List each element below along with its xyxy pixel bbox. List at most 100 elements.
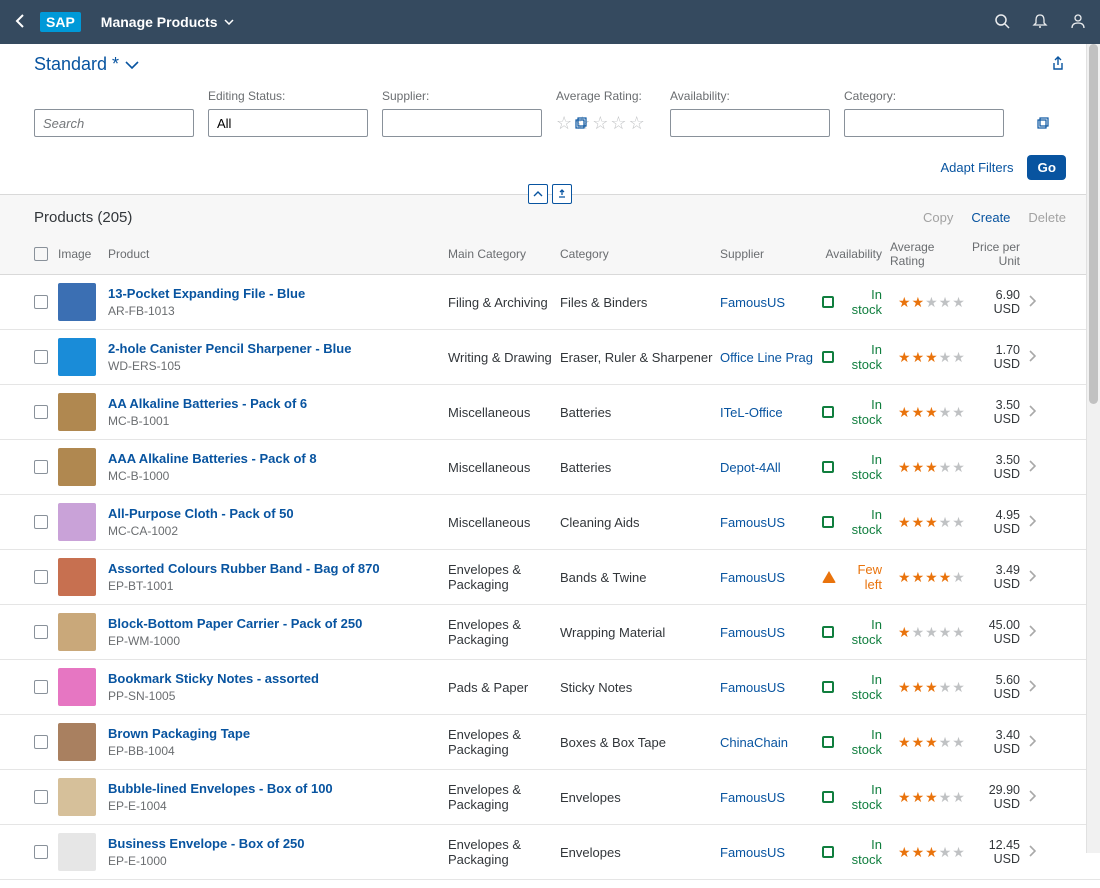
cell-price: 12.45USD: [958, 838, 1020, 866]
table-row[interactable]: Assorted Colours Rubber Band - Bag of 87…: [0, 550, 1100, 605]
row-nav-chevron-icon[interactable]: [1020, 349, 1044, 365]
search-field[interactable]: [34, 109, 194, 137]
star-icon: ★: [912, 679, 925, 696]
table-row[interactable]: Bookmark Sticky Notes - assortedPP-SN-10…: [0, 660, 1100, 715]
row-nav-chevron-icon[interactable]: [1020, 624, 1044, 640]
product-name-link[interactable]: 13-Pocket Expanding File - Blue: [108, 286, 448, 301]
product-id: MC-B-1000: [108, 469, 448, 483]
availability-status: In stock: [822, 287, 882, 317]
supplier-input[interactable]: [383, 116, 575, 131]
go-button[interactable]: Go: [1027, 155, 1066, 180]
row-checkbox[interactable]: [34, 570, 48, 584]
editing-status-select[interactable]: [208, 109, 368, 137]
row-nav-chevron-icon[interactable]: [1020, 844, 1044, 860]
rating-stars: ★★★★★: [890, 514, 958, 531]
table-row[interactable]: AAA Alkaline Batteries - Pack of 8 MC-B-1…: [0, 440, 1100, 495]
row-nav-chevron-icon[interactable]: [1020, 404, 1044, 420]
row-nav-chevron-icon[interactable]: [1020, 294, 1044, 310]
row-checkbox[interactable]: [34, 735, 48, 749]
row-checkbox[interactable]: [34, 295, 48, 309]
product-name-link[interactable]: Bookmark Sticky Notes - assorted: [108, 671, 448, 686]
row-checkbox[interactable]: [34, 350, 48, 364]
delete-action[interactable]: Delete: [1028, 210, 1066, 225]
row-nav-chevron-icon[interactable]: [1020, 514, 1044, 530]
row-checkbox[interactable]: [34, 845, 48, 859]
product-name-link[interactable]: Business Envelope - Box of 250: [108, 836, 448, 851]
user-icon[interactable]: [1070, 13, 1086, 32]
notification-icon[interactable]: [1032, 13, 1048, 32]
supplier-value-help[interactable]: [382, 109, 542, 137]
availability-text: In stock: [840, 727, 882, 757]
availability-select[interactable]: [670, 109, 830, 137]
table-row[interactable]: 2-hole Canister Pencil Sharpener - BlueW…: [0, 330, 1100, 385]
supplier-link[interactable]: Depot-4All: [720, 460, 781, 475]
supplier-link[interactable]: FamousUS: [720, 570, 785, 585]
row-checkbox[interactable]: [34, 680, 48, 694]
product-name-link[interactable]: All-Purpose Cloth - Pack of 50: [108, 506, 448, 521]
variant-title-text: Standard *: [34, 54, 119, 75]
supplier-link[interactable]: ITeL-Office: [720, 405, 783, 420]
app-title-text: Manage Products: [101, 14, 218, 30]
product-name-link[interactable]: Block-Bottom Paper Carrier - Pack of 250: [108, 616, 448, 631]
collapse-header-icon[interactable]: [528, 184, 548, 204]
app-title-menu[interactable]: Manage Products: [101, 14, 234, 30]
product-name-link[interactable]: Bubble-lined Envelopes - Box of 100: [108, 781, 448, 796]
value-help-icon[interactable]: [575, 117, 587, 129]
product-name-link[interactable]: Assorted Colours Rubber Band - Bag of 87…: [108, 561, 448, 576]
supplier-link[interactable]: FamousUS: [720, 845, 785, 860]
row-nav-chevron-icon[interactable]: [1020, 734, 1044, 750]
value-help-icon[interactable]: [1037, 117, 1049, 129]
search-input[interactable]: [35, 116, 227, 131]
row-checkbox[interactable]: [34, 625, 48, 639]
row-checkbox[interactable]: [34, 515, 48, 529]
table-row[interactable]: AA Alkaline Batteries - Pack of 6MC-B-10…: [0, 385, 1100, 440]
supplier-link[interactable]: FamousUS: [720, 295, 785, 310]
row-checkbox[interactable]: [34, 790, 48, 804]
pin-header-icon[interactable]: [552, 184, 572, 204]
star-icon[interactable]: ☆: [610, 113, 626, 134]
search-icon[interactable]: [994, 13, 1010, 32]
supplier-link[interactable]: FamousUS: [720, 515, 785, 530]
variant-selector[interactable]: Standard *: [34, 54, 139, 75]
row-nav-chevron-icon[interactable]: [1020, 569, 1044, 585]
table-row[interactable]: Block-Bottom Paper Carrier - Pack of 250…: [0, 605, 1100, 660]
supplier-link[interactable]: ChinaChain: [720, 735, 788, 750]
row-checkbox[interactable]: [34, 405, 48, 419]
star-icon: ★: [925, 404, 938, 421]
star-icon[interactable]: ☆: [592, 113, 608, 134]
table-row[interactable]: Brown Packaging TapeEP-BB-1004Envelopes …: [0, 715, 1100, 770]
back-icon[interactable]: [14, 14, 26, 31]
supplier-link[interactable]: FamousUS: [720, 680, 785, 695]
product-name-link[interactable]: 2-hole Canister Pencil Sharpener - Blue: [108, 341, 448, 356]
product-thumbnail: [58, 613, 96, 651]
share-icon[interactable]: [1050, 55, 1066, 74]
adapt-filters-link[interactable]: Adapt Filters: [941, 160, 1014, 175]
column-header-row: Image Product Main Category Category Sup…: [0, 234, 1100, 275]
row-nav-chevron-icon[interactable]: [1020, 459, 1044, 475]
category-value-help[interactable]: [844, 109, 1004, 137]
select-all-checkbox[interactable]: [34, 247, 48, 261]
cell-main-category: Envelopes & Packaging: [448, 727, 560, 757]
product-name-link[interactable]: AAA Alkaline Batteries - Pack of 8: [108, 451, 448, 466]
table-row[interactable]: Bubble-lined Envelopes - Box of 100EP-E-…: [0, 770, 1100, 825]
col-header-rating: Average Rating: [882, 240, 958, 268]
product-name-link[interactable]: AA Alkaline Batteries - Pack of 6: [108, 396, 448, 411]
cell-price: 6.90USD: [958, 288, 1020, 316]
product-name-link[interactable]: Brown Packaging Tape: [108, 726, 448, 741]
table-row[interactable]: All-Purpose Cloth - Pack of 50MC-CA-1002…: [0, 495, 1100, 550]
table-row[interactable]: Business Envelopes with WindowsEnvelopes…: [0, 880, 1100, 888]
row-nav-chevron-icon[interactable]: [1020, 789, 1044, 805]
supplier-link[interactable]: FamousUS: [720, 790, 785, 805]
row-checkbox[interactable]: [34, 460, 48, 474]
star-icon: ★: [912, 734, 925, 751]
page-scrollbar[interactable]: [1086, 44, 1100, 853]
supplier-link[interactable]: FamousUS: [720, 625, 785, 640]
create-action[interactable]: Create: [971, 210, 1010, 225]
table-row[interactable]: 13-Pocket Expanding File - BlueAR-FB-101…: [0, 275, 1100, 330]
supplier-link[interactable]: Office Line Prag: [720, 350, 813, 365]
row-nav-chevron-icon[interactable]: [1020, 679, 1044, 695]
star-icon: ★: [939, 569, 952, 586]
copy-action[interactable]: Copy: [923, 210, 953, 225]
star-icon[interactable]: ☆: [629, 113, 645, 134]
category-input[interactable]: [845, 116, 1037, 131]
